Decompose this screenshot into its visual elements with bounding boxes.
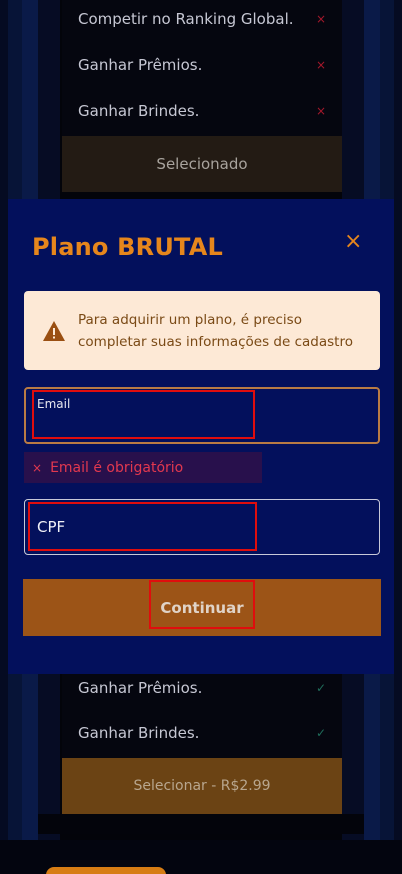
cross-icon: × [315,12,326,26]
select-plan-label: Selecionar - R$2.99 [133,778,271,794]
plan-feature-label: Ganhar Prêmios. [78,679,203,697]
continue-button[interactable]: Continuar [23,579,381,636]
continue-label: Continuar [160,598,244,617]
plan-feature-item: Competir no Ranking Global. × [62,0,342,38]
email-input[interactable] [36,413,368,439]
plan-feature-label: Ganhar Brindes. [78,102,200,120]
plan-feature-item: Ganhar Prêmios. ✓ [62,668,342,708]
plan-feature-item: Ganhar Prêmios. × [62,46,342,84]
cpf-field[interactable]: CPF [24,499,380,555]
email-field[interactable]: Email [24,387,380,444]
modal-title: Plano BRUTAL [32,233,223,261]
select-plan-button[interactable]: Selecionar - R$2.99 [62,758,342,814]
cpf-label: CPF [37,518,66,536]
selected-plan-label: Selecionado [156,155,248,173]
plan-feature-item: Ganhar Brindes. × [62,92,342,130]
cross-icon: × [315,58,326,72]
email-error: × Email é obrigatório [24,452,262,483]
check-icon: ✓ [315,726,326,740]
selected-plan-button[interactable]: Selecionado [62,136,342,192]
alert-text: Para adquirir um plano, é preciso comple… [78,311,353,350]
panel-background [38,814,364,834]
plan-feature-item: Ganhar Brindes. ✓ [62,713,342,753]
plan-feature-label: Ganhar Brindes. [78,724,200,742]
cross-icon: × [315,104,326,118]
plan-feature-label: Ganhar Prêmios. [78,56,203,74]
error-icon: × [32,460,43,475]
check-icon: ✓ [315,681,326,695]
email-label: Email [37,397,71,411]
email-error-text: Email é obrigatório [50,459,184,476]
warning-icon [43,320,65,341]
plan-feature-label: Competir no Ranking Global. [78,10,294,28]
plan-modal: Plano BRUTAL × Para adquirir um plano, é… [8,199,394,674]
close-icon[interactable]: × [344,231,362,253]
warning-alert: Para adquirir um plano, é preciso comple… [24,291,380,370]
footer-button[interactable] [46,867,166,874]
